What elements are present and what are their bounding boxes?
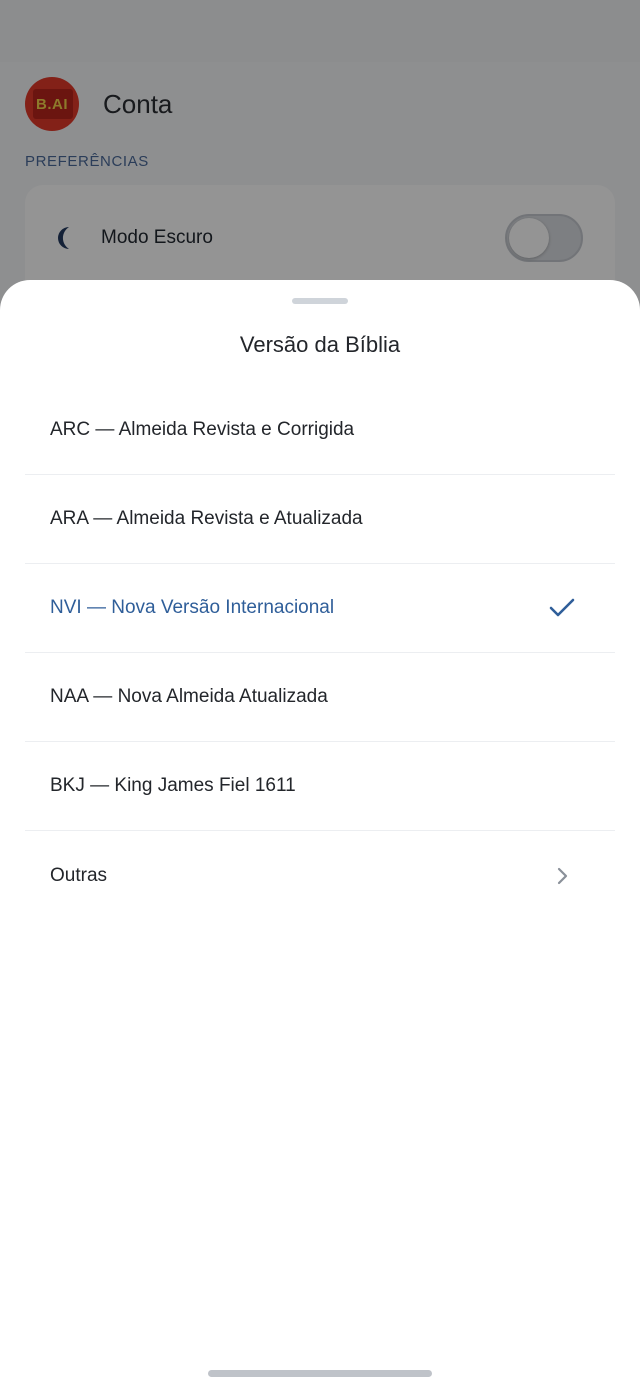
version-item-naa[interactable]: NAA — Nova Almeida Atualizada xyxy=(25,653,615,742)
version-item-bkj[interactable]: BKJ — King James Fiel 1611 xyxy=(25,742,615,831)
home-indicator xyxy=(208,1370,432,1377)
version-item-nvi[interactable]: NVI — Nova Versão Internacional xyxy=(25,564,615,653)
version-label: BKJ — King James Fiel 1611 xyxy=(50,775,296,796)
version-label: NVI — Nova Versão Internacional xyxy=(50,597,335,618)
sheet-grabber[interactable] xyxy=(292,298,348,304)
version-item-ara[interactable]: ARA — Almeida Revista e Atualizada xyxy=(25,475,615,564)
version-label: NAA — Nova Almeida Atualizada xyxy=(50,686,328,707)
version-label: Outras xyxy=(50,864,108,886)
version-label: ARA — Almeida Revista e Atualizada xyxy=(50,508,363,529)
version-list: ARC — Almeida Revista e Corrigida ARA — … xyxy=(25,386,615,920)
check-icon xyxy=(549,595,575,621)
sheet-title: Versão da Bíblia xyxy=(239,332,401,357)
version-label: ARC — Almeida Revista e Corrigida xyxy=(50,419,355,440)
chevron-right-icon xyxy=(549,863,575,889)
bible-version-sheet: Versão da Bíblia ARC — Almeida Revista e… xyxy=(0,280,640,1386)
version-item-arc[interactable]: ARC — Almeida Revista e Corrigida xyxy=(25,386,615,475)
screen: B.AI Conta PREFERÊNCIAS Modo Escuro Vers… xyxy=(0,0,640,1386)
version-item-outras[interactable]: Outras xyxy=(25,831,615,920)
